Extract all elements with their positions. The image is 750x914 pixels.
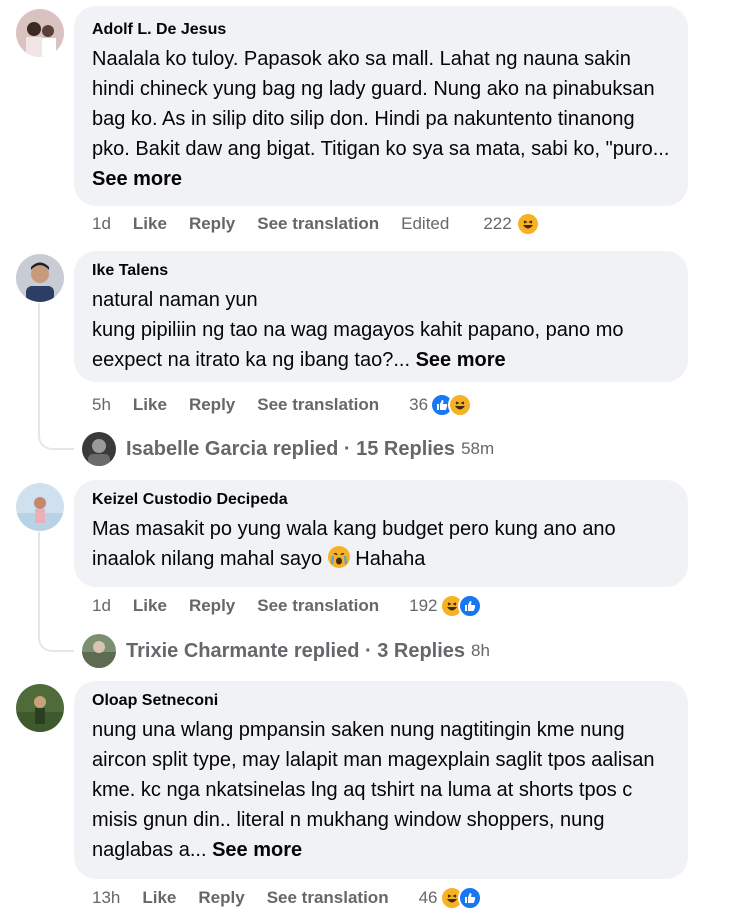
comment-author[interactable]: Adolf L. De Jesus [92, 20, 670, 40]
reply-avatar [82, 634, 116, 668]
comment-body: Naalala ko tuloy. Papasok ako sa mall. L… [92, 48, 670, 160]
reaction-count: 46 [418, 888, 438, 907]
see-translation-button[interactable]: See translation [257, 395, 379, 415]
replies-text[interactable]: Trixie Charmante replied · 3 Replies [126, 640, 465, 663]
avatar[interactable] [16, 483, 64, 531]
avatar[interactable] [16, 684, 64, 732]
reply-button[interactable]: Reply [189, 395, 235, 415]
edited-label[interactable]: Edited [401, 214, 449, 234]
reply-avatar [82, 432, 116, 466]
haha-icon [448, 393, 473, 417]
comment-line-1: natural naman yun [92, 289, 258, 311]
comment-bubble: Adolf L. De Jesus Naalala ko tuloy. Papa… [74, 6, 688, 206]
like-button[interactable]: Like [133, 395, 167, 415]
like-icon [457, 886, 482, 910]
comment-body: nung una wlang pmpansin saken nung nagti… [92, 719, 655, 861]
reply-time[interactable]: 8h [471, 641, 490, 661]
comment-actions: 5h Like Reply See translation 36 [92, 392, 473, 418]
replies-link[interactable]: Isabelle Garcia replied · 15 Replies 58m [82, 432, 494, 466]
see-more-link[interactable]: See more [92, 168, 182, 190]
crying-face-icon [327, 546, 350, 568]
comment-text: natural naman yun kung pipiliin ng tao n… [92, 285, 670, 375]
reactions[interactable]: 46 [419, 886, 482, 910]
reactions[interactable]: 222 [483, 212, 540, 236]
reactions[interactable]: 36 [409, 393, 473, 417]
haha-icon [515, 212, 540, 236]
comment-body-end: Hahaha [355, 548, 426, 570]
reaction-count: 36 [409, 395, 429, 414]
thread-line [38, 303, 74, 450]
comment-text: nung una wlang pmpansin saken nung nagti… [92, 715, 670, 865]
like-button[interactable]: Like [133, 214, 167, 234]
reply-button[interactable]: Reply [189, 596, 235, 616]
comment-actions: 1d Like Reply See translation Edited 222 [92, 211, 540, 237]
comment-actions: 13h Like Reply See translation 46 [92, 885, 482, 911]
comment-bubble: Ike Talens natural naman yun kung pipili… [74, 251, 688, 382]
comment-actions: 1d Like Reply See translation 192 [92, 593, 482, 619]
avatar[interactable] [16, 9, 64, 57]
comment-time[interactable]: 13h [92, 888, 120, 908]
like-button[interactable]: Like [142, 888, 176, 908]
avatar[interactable] [16, 254, 64, 302]
see-translation-button[interactable]: See translation [267, 888, 389, 908]
comment-text: Mas masakit po yung wala kang budget per… [92, 514, 670, 574]
comment-author[interactable]: Oloap Setneconi [92, 691, 670, 711]
comment-bubble: Keizel Custodio Decipeda Mas masakit po … [74, 480, 688, 587]
comment-time[interactable]: 1d [92, 596, 111, 616]
see-more-link[interactable]: See more [416, 349, 506, 371]
see-more-link[interactable]: See more [212, 839, 302, 861]
comment-text: Naalala ko tuloy. Papasok ako sa mall. L… [92, 44, 670, 194]
comment-time[interactable]: 5h [92, 395, 111, 415]
thread-line [38, 532, 74, 652]
reply-time[interactable]: 58m [461, 439, 494, 459]
comment-bubble: Oloap Setneconi nung una wlang pmpansin … [74, 681, 688, 879]
comment-author[interactable]: Ike Talens [92, 261, 670, 281]
reply-button[interactable]: Reply [198, 888, 244, 908]
see-translation-button[interactable]: See translation [257, 596, 379, 616]
see-translation-button[interactable]: See translation [257, 214, 379, 234]
reactions[interactable]: 192 [409, 594, 482, 618]
comment-author[interactable]: Keizel Custodio Decipeda [92, 490, 670, 510]
comment-body: Mas masakit po yung wala kang budget per… [92, 518, 616, 570]
like-button[interactable]: Like [133, 596, 167, 616]
reaction-count: 222 [483, 214, 512, 233]
replies-link[interactable]: Trixie Charmante replied · 3 Replies 8h [82, 634, 490, 668]
reply-button[interactable]: Reply [189, 214, 235, 234]
comment-time[interactable]: 1d [92, 214, 111, 234]
replies-text[interactable]: Isabelle Garcia replied · 15 Replies [126, 438, 455, 461]
comment-line-2: kung pipiliin ng tao na wag magayos kahi… [92, 319, 624, 371]
reaction-count: 192 [409, 596, 438, 615]
like-icon [457, 594, 482, 618]
